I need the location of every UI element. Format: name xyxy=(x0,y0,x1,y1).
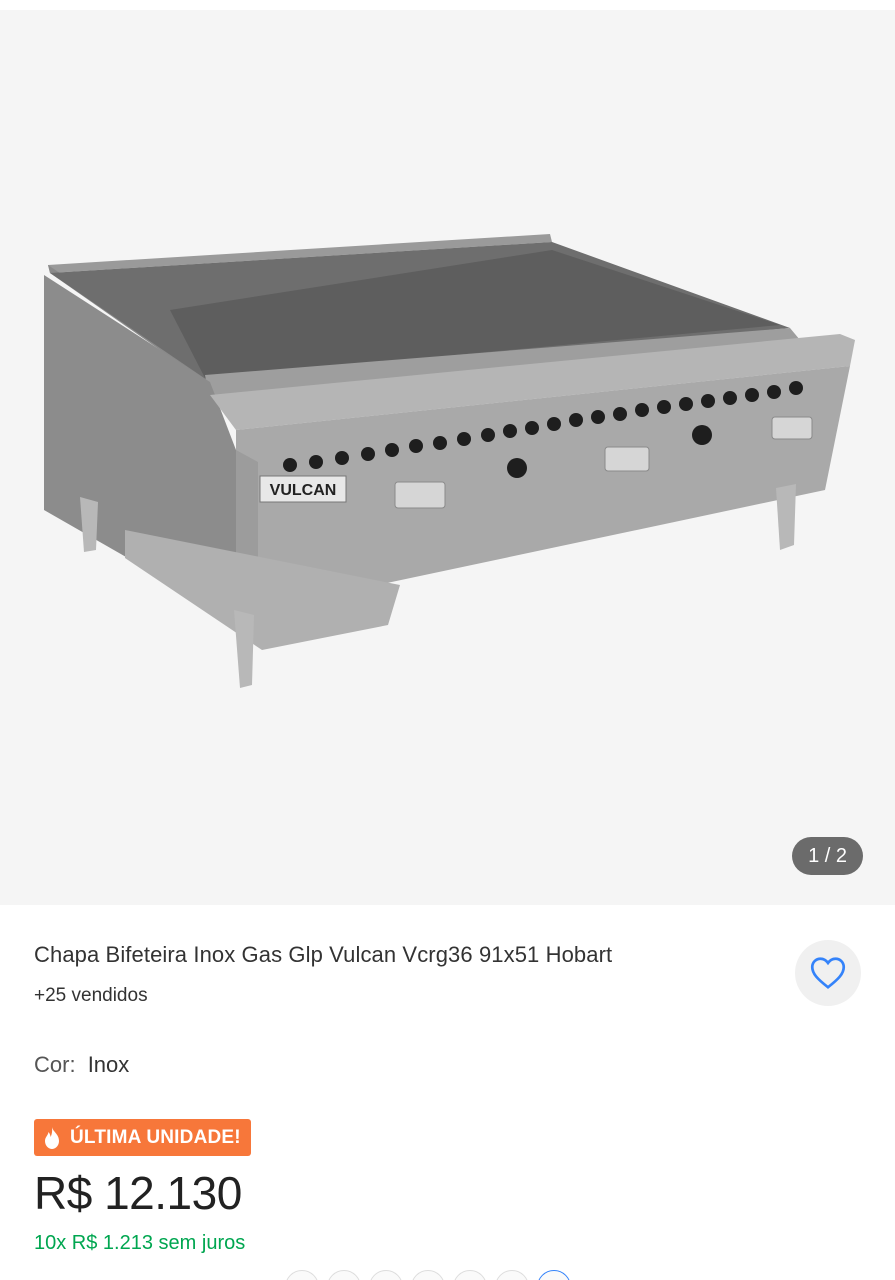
variant-color: Cor: Inox xyxy=(34,1052,129,1078)
product-image-gallery[interactable]: VULCAN 1 / 2 xyxy=(0,10,895,905)
thumbnail[interactable] xyxy=(327,1270,361,1280)
flame-icon xyxy=(45,1126,59,1149)
last-unit-badge: ÚLTIMA UNIDADE! xyxy=(34,1119,251,1156)
sold-count: +25 vendidos xyxy=(34,985,148,1006)
brand-plate-text: VULCAN xyxy=(270,482,337,499)
variant-value: Inox xyxy=(87,1052,130,1077)
price: R$ 12.130 xyxy=(34,1167,242,1219)
variant-label: Cor: xyxy=(34,1052,76,1077)
product-title: Chapa Bifeteira Inox Gas Glp Vulcan Vcrg… xyxy=(34,942,613,967)
image-counter: 1 / 2 xyxy=(792,837,863,875)
favorite-button[interactable] xyxy=(795,940,861,1006)
thumbnail[interactable] xyxy=(411,1270,445,1280)
heart-icon xyxy=(810,957,846,989)
thumbnail[interactable] xyxy=(453,1270,487,1280)
installments: 10x R$ 1.213 sem juros xyxy=(34,1232,246,1254)
product-image[interactable]: VULCAN xyxy=(0,10,895,905)
thumbnail[interactable] xyxy=(537,1270,571,1280)
badge-text: ÚLTIMA UNIDADE! xyxy=(70,1126,241,1148)
thumbnail[interactable] xyxy=(495,1270,529,1280)
image-thumbnails xyxy=(285,1270,571,1280)
thumbnail[interactable] xyxy=(369,1270,403,1280)
thumbnail[interactable] xyxy=(285,1270,319,1280)
